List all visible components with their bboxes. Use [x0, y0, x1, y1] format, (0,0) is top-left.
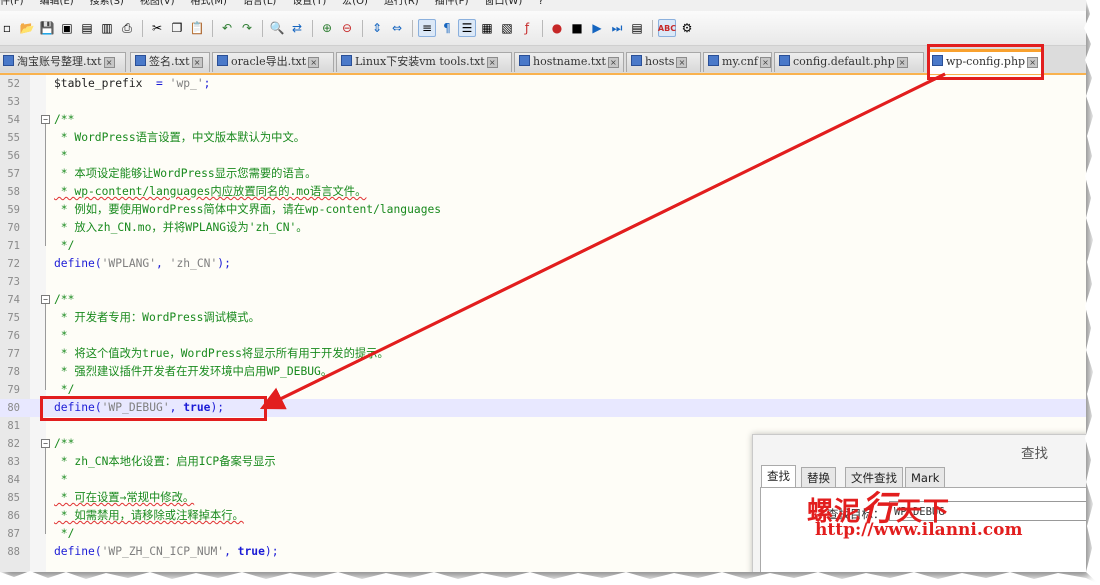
torn-edge-effect	[0, 0, 1100, 585]
